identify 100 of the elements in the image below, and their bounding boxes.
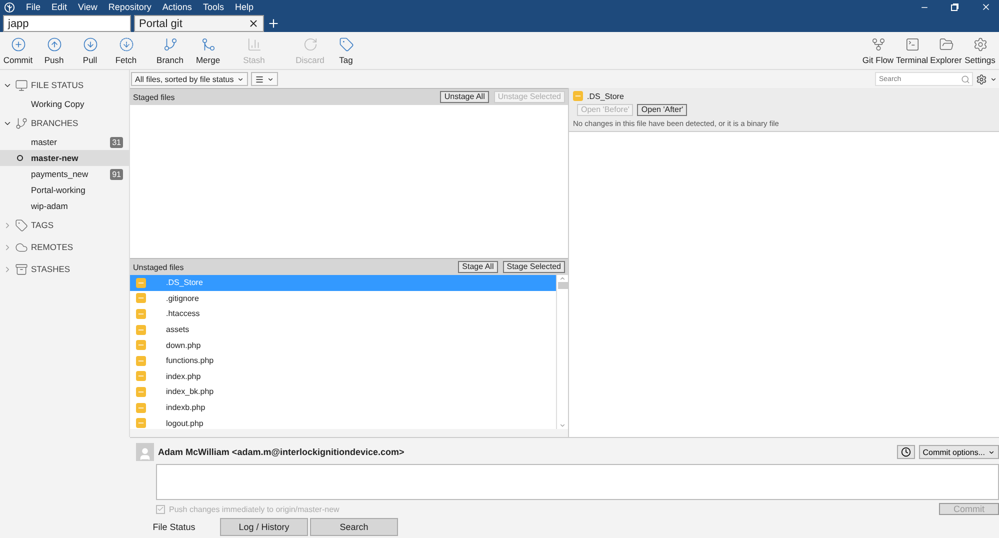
toolbar-button[interactable]: Merge [194,36,222,64]
tag-icon [15,218,28,232]
pane-title: Unstaged files [133,262,184,272]
modified-icon [136,402,146,413]
add-tab-icon[interactable] [267,17,280,30]
down-arrow-circle-icon [118,36,134,52]
section-title: TAGS [31,220,54,230]
menu-item[interactable]: Tools [202,2,224,12]
toolbar-button[interactable]: Push [34,36,74,64]
count-badge: 31 [110,136,123,148]
scroll-down-icon[interactable] [559,422,566,429]
menu-item[interactable]: File [26,2,41,12]
sidebar-item[interactable]: Portal-working [0,182,129,198]
toolbar-button[interactable]: Tag [334,36,358,64]
toolbar-button[interactable]: Branch [146,36,194,64]
view-dropdown[interactable] [250,72,278,86]
history-button[interactable] [896,445,915,459]
sidebar-item[interactable]: wip-adam [0,198,129,214]
file-row[interactable]: functions.php [130,352,556,369]
file-row[interactable]: assets [130,322,556,338]
menu-item[interactable]: Help [234,2,254,12]
commit-message-field[interactable] [156,464,999,500]
file-row[interactable]: .htaccess [130,306,556,322]
modified-icon [136,371,146,382]
caret-icon [236,76,244,82]
toolbar-button[interactable]: Pull [74,36,106,64]
pane-button[interactable]: Stage Selected [502,261,565,273]
modified-icon [573,91,583,101]
sidebar-item[interactable]: payments_new 91 [0,166,129,182]
open-button[interactable]: Open 'After' [637,104,688,116]
close-icon[interactable] [981,2,991,12]
toolbar-button[interactable]: Explorer [929,36,963,64]
pane-button[interactable]: Unstage All [440,91,489,103]
menu-item[interactable]: Edit [52,2,68,12]
file-row[interactable]: index.php [130,368,556,384]
branch-icon [15,116,28,130]
file-row[interactable]: index_bk.php [130,384,556,400]
modified-icon [136,324,146,335]
menu-item[interactable]: Actions [162,2,192,12]
tag-icon [338,36,354,52]
sidebar-section[interactable]: FILE STATUS [0,74,129,96]
modified-icon [136,356,146,366]
folder-icon [938,36,954,52]
rotate-arrow-icon [302,36,318,52]
pane-title: Staged files [133,92,175,102]
list-icon [254,74,264,84]
file-row[interactable]: logout.php [130,415,556,429]
sidebar-item[interactable]: master-new [0,150,129,166]
file-name: .DS_Store [587,92,624,100]
close-icon[interactable] [248,18,259,29]
terminal-icon [904,36,920,52]
file-name: logout.php [166,418,204,428]
up-arrow-circle-icon [46,36,62,52]
sidebar-section[interactable]: STASHES [0,258,129,280]
pane-button[interactable]: Stage All [458,261,498,273]
settings-icon [972,36,988,52]
file-name: .DS_Store [166,278,203,288]
author-name: Adam McWilliam <adam.m@interlockignitiondevice.com> [158,447,404,457]
fork-icon [870,36,886,52]
archive-icon [15,262,28,276]
down-arrow-circle-icon [82,36,98,52]
sidebar-item[interactable]: master 31 [0,134,129,150]
view-tab[interactable]: Log / History [220,518,308,536]
menu-item[interactable]: View [78,2,98,12]
toolbar-button[interactable]: Fetch [106,36,146,64]
scroll-up-icon[interactable] [559,275,566,282]
repo-tab[interactable]: Portal git [134,15,264,32]
restore-icon[interactable] [951,3,959,11]
settings-icon[interactable] [976,74,987,84]
file-name: functions.php [166,356,214,366]
scroll-thumb[interactable] [558,282,568,289]
sidebar-section[interactable]: BRANCHES [0,112,129,134]
bar-chart-icon [246,36,262,52]
file-row[interactable]: indexb.php [130,400,556,416]
modified-icon [136,278,146,288]
section-title: FILE STATUS [31,80,84,90]
chevron-right-icon [3,220,12,230]
filter-dropdown[interactable]: All files, sorted by file status [131,72,248,86]
sidebar-section[interactable]: REMOTES [0,236,129,258]
caret-icon [266,76,274,82]
commit-options-button[interactable]: Commit options... [918,445,999,459]
caret-icon [988,448,995,456]
file-name: indexb.php [166,403,206,412]
modified-icon [136,308,146,319]
toolbar-button[interactable]: Settings [963,36,997,64]
file-name: index.php [166,372,201,381]
monitor-icon [15,78,28,92]
view-tab[interactable]: Search [310,518,398,536]
app-logo-icon [4,2,15,12]
file-row[interactable]: .gitignore [130,290,556,306]
file-row[interactable]: down.php [130,337,556,353]
caret-icon[interactable] [990,76,997,82]
menu-item[interactable]: Repository [108,2,152,12]
repo-tab[interactable]: japp [3,15,131,32]
toolbar-button[interactable]: Git Flow [861,36,895,64]
toolbar-button[interactable]: Terminal [895,36,929,64]
toolbar-button[interactable]: Commit [2,36,34,64]
branch-icon [162,36,178,52]
sidebar-item[interactable]: Working Copy [0,96,129,112]
sidebar-section[interactable]: TAGS [0,214,129,236]
